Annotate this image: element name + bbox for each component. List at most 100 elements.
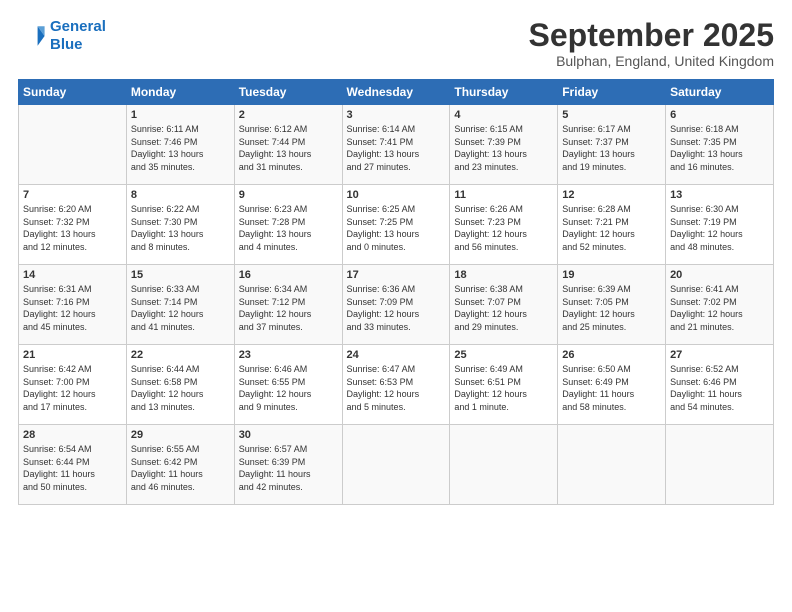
- cell-info: Sunset: 7:09 PM: [347, 296, 446, 309]
- cell-info: Sunrise: 6:36 AM: [347, 283, 446, 296]
- day-number: 7: [23, 189, 122, 201]
- cell-info: and 23 minutes.: [454, 161, 553, 174]
- calendar-cell: [666, 425, 774, 505]
- calendar-cell: 3Sunrise: 6:14 AMSunset: 7:41 PMDaylight…: [342, 105, 450, 185]
- week-row-3: 21Sunrise: 6:42 AMSunset: 7:00 PMDayligh…: [19, 345, 774, 425]
- calendar-cell: 23Sunrise: 6:46 AMSunset: 6:55 PMDayligh…: [234, 345, 342, 425]
- page: General Blue September 2025 Bulphan, Eng…: [0, 0, 792, 612]
- cell-info: Daylight: 13 hours: [454, 148, 553, 161]
- calendar-cell: 12Sunrise: 6:28 AMSunset: 7:21 PMDayligh…: [558, 185, 666, 265]
- calendar-cell: [450, 425, 558, 505]
- cell-info: Sunset: 6:51 PM: [454, 376, 553, 389]
- cell-info: Daylight: 11 hours: [239, 468, 338, 481]
- cell-info: Daylight: 12 hours: [347, 308, 446, 321]
- cell-info: and 33 minutes.: [347, 321, 446, 334]
- cell-info: and 58 minutes.: [562, 401, 661, 414]
- day-number: 8: [131, 189, 230, 201]
- day-number: 24: [347, 349, 446, 361]
- cell-info: Daylight: 11 hours: [131, 468, 230, 481]
- cell-info: Sunrise: 6:50 AM: [562, 363, 661, 376]
- cell-info: and 8 minutes.: [131, 241, 230, 254]
- cell-info: Sunset: 7:12 PM: [239, 296, 338, 309]
- cell-info: Sunrise: 6:47 AM: [347, 363, 446, 376]
- calendar-cell: 18Sunrise: 6:38 AMSunset: 7:07 PMDayligh…: [450, 265, 558, 345]
- calendar-cell: [342, 425, 450, 505]
- cell-info: Sunrise: 6:38 AM: [454, 283, 553, 296]
- day-number: 11: [454, 189, 553, 201]
- cell-info: and 1 minute.: [454, 401, 553, 414]
- logo-text: General Blue: [50, 18, 106, 54]
- cell-info: Sunrise: 6:52 AM: [670, 363, 769, 376]
- header-cell-thursday: Thursday: [450, 80, 558, 105]
- header-cell-sunday: Sunday: [19, 80, 127, 105]
- cell-info: Sunrise: 6:17 AM: [562, 123, 661, 136]
- header-cell-wednesday: Wednesday: [342, 80, 450, 105]
- cell-info: Sunrise: 6:57 AM: [239, 443, 338, 456]
- calendar-cell: 20Sunrise: 6:41 AMSunset: 7:02 PMDayligh…: [666, 265, 774, 345]
- cell-info: and 0 minutes.: [347, 241, 446, 254]
- cell-info: and 27 minutes.: [347, 161, 446, 174]
- day-number: 17: [347, 269, 446, 281]
- calendar-cell: 19Sunrise: 6:39 AMSunset: 7:05 PMDayligh…: [558, 265, 666, 345]
- cell-info: Daylight: 11 hours: [670, 388, 769, 401]
- cell-info: and 45 minutes.: [23, 321, 122, 334]
- cell-info: Daylight: 12 hours: [131, 308, 230, 321]
- cell-info: Sunset: 7:05 PM: [562, 296, 661, 309]
- cell-info: Daylight: 12 hours: [23, 388, 122, 401]
- cell-info: Daylight: 12 hours: [562, 228, 661, 241]
- cell-info: Sunset: 6:49 PM: [562, 376, 661, 389]
- cell-info: Sunset: 6:39 PM: [239, 456, 338, 469]
- calendar-table: SundayMondayTuesdayWednesdayThursdayFrid…: [18, 79, 774, 505]
- cell-info: Daylight: 12 hours: [670, 308, 769, 321]
- cell-info: Sunset: 7:32 PM: [23, 216, 122, 229]
- calendar-cell: 16Sunrise: 6:34 AMSunset: 7:12 PMDayligh…: [234, 265, 342, 345]
- cell-info: Daylight: 12 hours: [454, 388, 553, 401]
- day-number: 21: [23, 349, 122, 361]
- cell-info: Sunset: 7:28 PM: [239, 216, 338, 229]
- calendar-cell: 1Sunrise: 6:11 AMSunset: 7:46 PMDaylight…: [126, 105, 234, 185]
- calendar-cell: [19, 105, 127, 185]
- subtitle: Bulphan, England, United Kingdom: [529, 53, 774, 69]
- cell-info: Daylight: 13 hours: [562, 148, 661, 161]
- cell-info: and 41 minutes.: [131, 321, 230, 334]
- day-number: 26: [562, 349, 661, 361]
- calendar-cell: 4Sunrise: 6:15 AMSunset: 7:39 PMDaylight…: [450, 105, 558, 185]
- cell-info: Daylight: 13 hours: [347, 228, 446, 241]
- cell-info: Sunrise: 6:46 AM: [239, 363, 338, 376]
- week-row-1: 7Sunrise: 6:20 AMSunset: 7:32 PMDaylight…: [19, 185, 774, 265]
- calendar-cell: 8Sunrise: 6:22 AMSunset: 7:30 PMDaylight…: [126, 185, 234, 265]
- day-number: 27: [670, 349, 769, 361]
- day-number: 3: [347, 109, 446, 121]
- cell-info: and 52 minutes.: [562, 241, 661, 254]
- cell-info: Daylight: 12 hours: [23, 308, 122, 321]
- cell-info: and 16 minutes.: [670, 161, 769, 174]
- cell-info: and 31 minutes.: [239, 161, 338, 174]
- cell-info: Sunset: 6:44 PM: [23, 456, 122, 469]
- cell-info: and 25 minutes.: [562, 321, 661, 334]
- calendar-cell: 13Sunrise: 6:30 AMSunset: 7:19 PMDayligh…: [666, 185, 774, 265]
- cell-info: Sunrise: 6:44 AM: [131, 363, 230, 376]
- calendar-cell: 11Sunrise: 6:26 AMSunset: 7:23 PMDayligh…: [450, 185, 558, 265]
- day-number: 20: [670, 269, 769, 281]
- cell-info: Sunrise: 6:15 AM: [454, 123, 553, 136]
- cell-info: Daylight: 11 hours: [23, 468, 122, 481]
- day-number: 2: [239, 109, 338, 121]
- cell-info: Sunrise: 6:49 AM: [454, 363, 553, 376]
- cell-info: and 54 minutes.: [670, 401, 769, 414]
- cell-info: Sunset: 7:30 PM: [131, 216, 230, 229]
- day-number: 25: [454, 349, 553, 361]
- cell-info: Sunrise: 6:23 AM: [239, 203, 338, 216]
- header-cell-monday: Monday: [126, 80, 234, 105]
- header-cell-saturday: Saturday: [666, 80, 774, 105]
- header-cell-tuesday: Tuesday: [234, 80, 342, 105]
- day-number: 16: [239, 269, 338, 281]
- cell-info: and 35 minutes.: [131, 161, 230, 174]
- day-number: 5: [562, 109, 661, 121]
- cell-info: Daylight: 12 hours: [670, 228, 769, 241]
- cell-info: Sunset: 7:00 PM: [23, 376, 122, 389]
- day-number: 1: [131, 109, 230, 121]
- calendar-cell: 2Sunrise: 6:12 AMSunset: 7:44 PMDaylight…: [234, 105, 342, 185]
- day-number: 28: [23, 429, 122, 441]
- cell-info: Sunset: 6:58 PM: [131, 376, 230, 389]
- cell-info: Sunrise: 6:31 AM: [23, 283, 122, 296]
